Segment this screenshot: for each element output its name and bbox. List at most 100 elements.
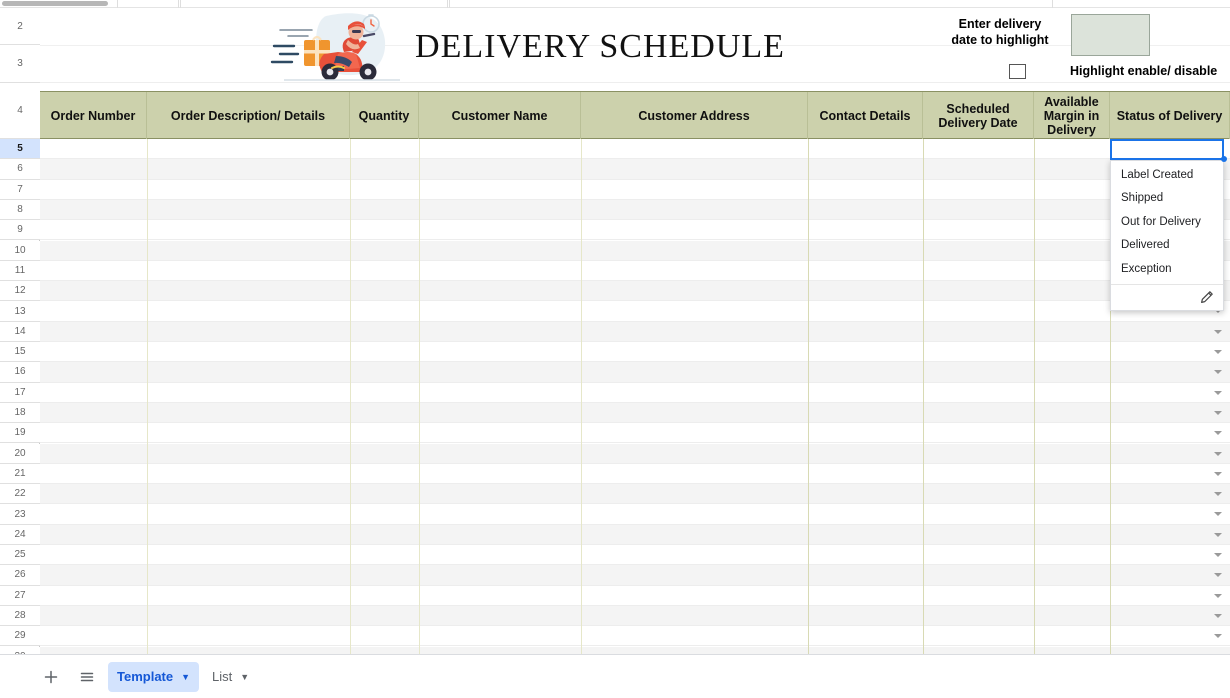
table-row[interactable] [40, 382, 1230, 403]
horizontal-scrollbar[interactable] [0, 0, 1230, 8]
table-row[interactable] [40, 301, 1230, 322]
table-row[interactable] [40, 362, 1230, 383]
row-header-19[interactable]: 19 [0, 423, 40, 444]
cell-dropdown-arrow-icon[interactable] [1214, 613, 1222, 618]
column-header-available-margin-in-delivery[interactable]: Available Margin in Delivery [1034, 92, 1110, 140]
chevron-down-icon[interactable]: ▼ [240, 672, 249, 682]
sheet-tab-template[interactable]: Template ▼ [108, 661, 200, 692]
row-header-18[interactable]: 18 [0, 402, 40, 424]
table-row[interactable] [40, 342, 1230, 363]
highlight-date-input[interactable] [1071, 14, 1150, 56]
column-header-order-number[interactable]: Order Number [40, 92, 147, 140]
row-header-13[interactable]: 13 [0, 301, 40, 322]
cell-dropdown-arrow-icon[interactable] [1214, 634, 1222, 639]
table-row[interactable] [40, 240, 1230, 261]
row-header-20[interactable]: 20 [0, 443, 40, 464]
column-header-contact-details[interactable]: Contact Details [808, 92, 923, 140]
table-row[interactable] [40, 646, 1230, 654]
dropdown-option-shipped[interactable]: Shipped [1111, 187, 1223, 211]
row-header-2[interactable]: 2 [0, 8, 40, 45]
row-header-5[interactable]: 5 [0, 139, 40, 160]
table-row[interactable] [40, 463, 1230, 485]
table-row[interactable] [40, 443, 1230, 464]
table-row[interactable] [40, 626, 1230, 647]
cell-dropdown-arrow-icon[interactable] [1214, 451, 1222, 456]
row-header-9[interactable]: 9 [0, 220, 40, 241]
column-header-quantity[interactable]: Quantity [350, 92, 419, 140]
cell-dropdown-arrow-icon[interactable] [1214, 471, 1222, 476]
table-row[interactable] [40, 179, 1230, 200]
table-row[interactable] [40, 260, 1230, 282]
row-header-27[interactable]: 27 [0, 585, 40, 606]
cell-dropdown-arrow-icon[interactable] [1214, 532, 1222, 537]
row-header-8[interactable]: 8 [0, 199, 40, 221]
row-header-26[interactable]: 26 [0, 565, 40, 586]
table-row[interactable] [40, 423, 1230, 444]
row-header-25[interactable]: 25 [0, 545, 40, 566]
row-header-24[interactable]: 24 [0, 524, 40, 545]
cell-dropdown-arrow-icon[interactable] [1214, 553, 1222, 557]
sheet-tab-list[interactable]: List ▼ [203, 662, 258, 692]
row-header-7[interactable]: 7 [0, 179, 40, 200]
row-header-6[interactable]: 6 [0, 159, 40, 180]
dropdown-option-out-for-delivery[interactable]: Out for Delivery [1111, 210, 1223, 234]
row-header-30[interactable]: 30 [0, 646, 40, 654]
row-header-11[interactable]: 11 [0, 260, 40, 282]
table-row[interactable] [40, 484, 1230, 505]
plus-icon [44, 670, 58, 683]
row-header-14[interactable]: 14 [0, 321, 40, 342]
dropdown-option-exception[interactable]: Exception [1111, 257, 1223, 281]
table-row[interactable] [40, 281, 1230, 302]
table-row[interactable] [40, 139, 1230, 160]
highlight-enable-checkbox[interactable] [1009, 64, 1026, 79]
add-sheet-button[interactable] [36, 662, 66, 692]
cell-dropdown-arrow-icon[interactable] [1214, 410, 1222, 415]
column-header-customer-address[interactable]: Customer Address [581, 92, 808, 140]
status-dropdown-menu[interactable]: Label Created Shipped Out for Delivery Deli… [1110, 160, 1224, 311]
row-header-12[interactable]: 12 [0, 281, 40, 302]
cell-dropdown-arrow-icon[interactable] [1214, 390, 1222, 395]
cell-dropdown-arrow-icon[interactable] [1214, 573, 1222, 578]
cell-dropdown-arrow-icon[interactable] [1214, 431, 1222, 436]
row-header-23[interactable]: 23 [0, 504, 40, 525]
table-row[interactable] [40, 402, 1230, 424]
pencil-icon[interactable] [1199, 290, 1214, 310]
column-divider [581, 139, 582, 654]
cell-dropdown-arrow-icon[interactable] [1214, 350, 1222, 354]
cell-dropdown-arrow-icon[interactable] [1214, 370, 1222, 375]
column-header-order-description-details[interactable]: Order Description/ Details [147, 92, 350, 140]
cell-dropdown-arrow-icon[interactable] [1214, 512, 1222, 517]
table-header-row: Order Number Order Description/ Details Qu… [40, 91, 1230, 140]
table-row[interactable] [40, 565, 1230, 586]
row-header-22[interactable]: 22 [0, 484, 40, 505]
row-header-16[interactable]: 16 [0, 362, 40, 383]
cell-dropdown-arrow-icon[interactable] [1214, 329, 1222, 334]
scrollbar-thumb[interactable] [2, 1, 108, 6]
table-row[interactable] [40, 605, 1230, 627]
table-row[interactable] [40, 159, 1230, 180]
row-header-28[interactable]: 28 [0, 605, 40, 627]
column-header-scheduled-delivery-date[interactable]: Scheduled Delivery Date [923, 92, 1034, 140]
cell-dropdown-arrow-icon[interactable] [1214, 593, 1222, 598]
dropdown-option-delivered[interactable]: Delivered [1111, 234, 1223, 258]
table-row[interactable] [40, 199, 1230, 221]
chevron-down-icon[interactable]: ▼ [181, 672, 190, 682]
column-header-customer-name[interactable]: Customer Name [419, 92, 581, 140]
column-header-status-of-delivery[interactable]: Status of Delivery [1110, 92, 1230, 140]
dropdown-option-label-created[interactable]: Label Created [1111, 163, 1223, 187]
table-row[interactable] [40, 321, 1230, 342]
table-row[interactable] [40, 220, 1230, 241]
table-row[interactable] [40, 504, 1230, 525]
row-header-21[interactable]: 21 [0, 463, 40, 485]
row-header-10[interactable]: 10 [0, 240, 40, 261]
table-row[interactable] [40, 585, 1230, 606]
row-header-4[interactable]: 4 [0, 83, 40, 139]
row-header-15[interactable]: 15 [0, 342, 40, 363]
cell-dropdown-arrow-icon[interactable] [1214, 492, 1222, 497]
row-header-29[interactable]: 29 [0, 626, 40, 647]
table-row[interactable] [40, 545, 1230, 566]
table-row[interactable] [40, 524, 1230, 545]
row-header-17[interactable]: 17 [0, 382, 40, 403]
row-header-3[interactable]: 3 [0, 45, 40, 83]
all-sheets-button[interactable] [72, 662, 102, 692]
